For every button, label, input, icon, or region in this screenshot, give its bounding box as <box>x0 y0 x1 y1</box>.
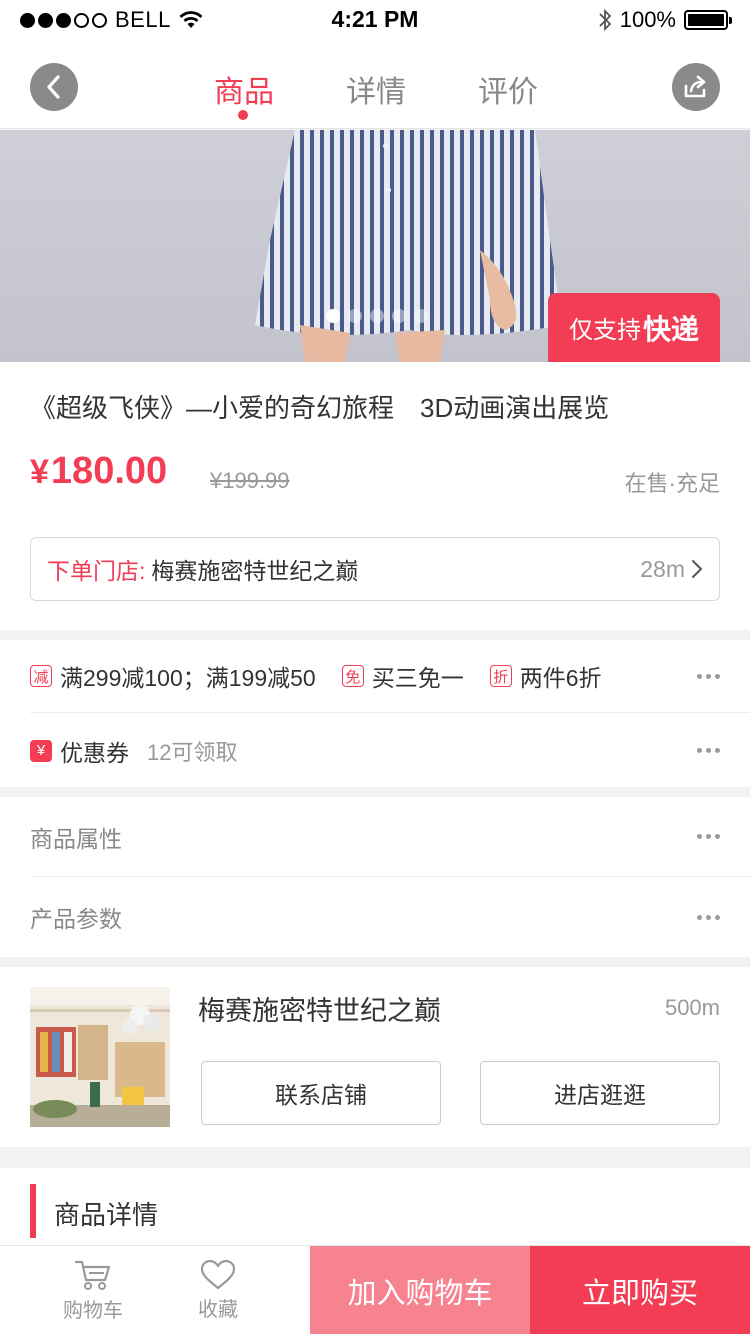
section-accent-bar <box>30 1184 36 1238</box>
coupon-row[interactable]: ¥ 优惠券 12可领取 <box>30 714 750 787</box>
promo-text: 买三免一 <box>371 665 464 691</box>
product-params-row[interactable]: 产品参数 <box>30 877 750 957</box>
shop-name[interactable]: 梅赛施密特世纪之巅 <box>198 989 441 1028</box>
pager-dot[interactable] <box>370 309 384 323</box>
signal-strength-icon <box>20 12 107 28</box>
cart-button[interactable]: 购物车 <box>48 1246 138 1334</box>
carousel-pager <box>326 309 428 323</box>
shop-card: 梅赛施密特世纪之巅 500m 联系店铺 进店逛逛 <box>0 967 750 1147</box>
status-bar: BELL 4:21 PM 100% <box>0 0 750 40</box>
original-price: ¥199.99 <box>210 468 290 493</box>
nav-bar: 商品 详情 评价 <box>0 40 750 129</box>
share-button[interactable] <box>672 63 720 111</box>
promo-percent-off: 折 两件6折 <box>489 659 602 693</box>
pager-dot[interactable] <box>326 309 340 323</box>
express-strong: 快递 <box>642 313 699 345</box>
store-distance: 28m <box>640 555 685 582</box>
section-title: 商品详情 <box>54 1200 159 1230</box>
product-info: 《超级飞侠》—小爱的奇幻旅程 3D动画演出展览 ¥180.00 ¥199.99 … <box>0 362 750 630</box>
product-params-label: 产品参数 <box>30 906 122 932</box>
shop-distance: 500m <box>664 995 720 1020</box>
battery-percent: 100% <box>619 7 676 32</box>
favorite-button[interactable]: 收藏 <box>173 1246 263 1334</box>
bottom-action-bar: 购物车 收藏 加入购物车 立即购买 <box>0 1245 750 1334</box>
wifi-icon <box>179 11 203 28</box>
carrier-name: BELL <box>115 7 171 32</box>
more-icon[interactable] <box>697 834 720 839</box>
promotions-row[interactable]: 减 满299减100；满199减50 免 买三免一 折 两件6折 <box>30 640 750 713</box>
promo-discount: 减 满299减100；满199减50 <box>30 659 316 693</box>
express-only-tag: 仅支持 快递 <box>548 293 720 362</box>
product-price: ¥180.00 <box>30 450 167 493</box>
more-icon[interactable] <box>697 748 720 753</box>
pager-dot[interactable] <box>348 309 362 323</box>
share-icon <box>684 75 706 98</box>
product-title: 《超级飞侠》—小爱的奇幻旅程 3D动画演出展览 <box>30 393 610 423</box>
store-name: 梅赛施密特世纪之巅 <box>151 558 359 584</box>
product-detail-section: 商品详情 <box>0 1168 750 1245</box>
chevron-left-icon <box>47 75 60 99</box>
bluetooth-icon <box>599 8 611 32</box>
shop-interior-image <box>30 987 170 1127</box>
percent-off-badge-icon: 折 <box>489 665 512 687</box>
free-badge-icon: 免 <box>341 665 364 687</box>
pager-dot[interactable] <box>414 309 428 323</box>
chevron-right-icon <box>692 560 702 578</box>
coupon-info: 12可领取 <box>147 739 238 765</box>
stock-status: 在售·充足 <box>624 471 720 496</box>
visit-shop-button[interactable]: 进店逛逛 <box>480 1061 720 1125</box>
back-button[interactable] <box>30 63 78 111</box>
coupon-label: 优惠券 <box>60 739 129 766</box>
contact-shop-button[interactable]: 联系店铺 <box>201 1061 441 1125</box>
pager-dot[interactable] <box>392 309 406 323</box>
coupon-badge-icon: ¥ <box>30 739 52 762</box>
promo-text: 两件6折 <box>519 665 602 691</box>
more-icon[interactable] <box>697 914 720 920</box>
favorite-label: 收藏 <box>198 1299 238 1321</box>
promo-text: 满299减100；满199减50 <box>60 665 316 691</box>
cart-label: 购物车 <box>63 1300 123 1322</box>
store-label: 下单门店: <box>47 558 146 584</box>
express-prefix: 仅支持 <box>568 317 641 344</box>
promo-free: 免 买三免一 <box>341 659 464 693</box>
product-attributes-row[interactable]: 商品属性 <box>30 797 750 877</box>
tab-product[interactable]: 商品 <box>214 40 274 129</box>
tab-reviews[interactable]: 评价 <box>478 40 538 129</box>
status-right: 100% <box>598 6 732 34</box>
heart-icon <box>200 1259 236 1290</box>
coupon-item: ¥ 优惠券 <box>30 734 129 768</box>
add-to-cart-button[interactable]: 加入购物车 <box>310 1246 530 1334</box>
order-store-selector[interactable]: 下单门店: 梅赛施密特世纪之巅 28m <box>30 537 720 601</box>
promotions-panel: 减 满299减100；满199减50 免 买三免一 折 两件6折 ¥ 优惠券 1… <box>0 640 750 787</box>
tab-bar: 商品 详情 评价 <box>0 40 750 129</box>
shop-photo[interactable] <box>30 987 170 1127</box>
price-value: 180.00 <box>50 450 168 492</box>
battery-icon <box>684 10 732 30</box>
buy-now-button[interactable]: 立即购买 <box>530 1246 750 1334</box>
more-icon[interactable] <box>697 673 720 679</box>
attributes-panel: 商品属性 产品参数 <box>0 797 750 957</box>
cart-icon <box>74 1260 111 1290</box>
signal-carrier: BELL <box>20 6 203 34</box>
currency-symbol: ¥ <box>30 453 49 491</box>
product-attributes-label: 商品属性 <box>30 825 122 852</box>
discount-badge-icon: 减 <box>30 665 52 687</box>
tab-detail[interactable]: 详情 <box>346 40 406 129</box>
